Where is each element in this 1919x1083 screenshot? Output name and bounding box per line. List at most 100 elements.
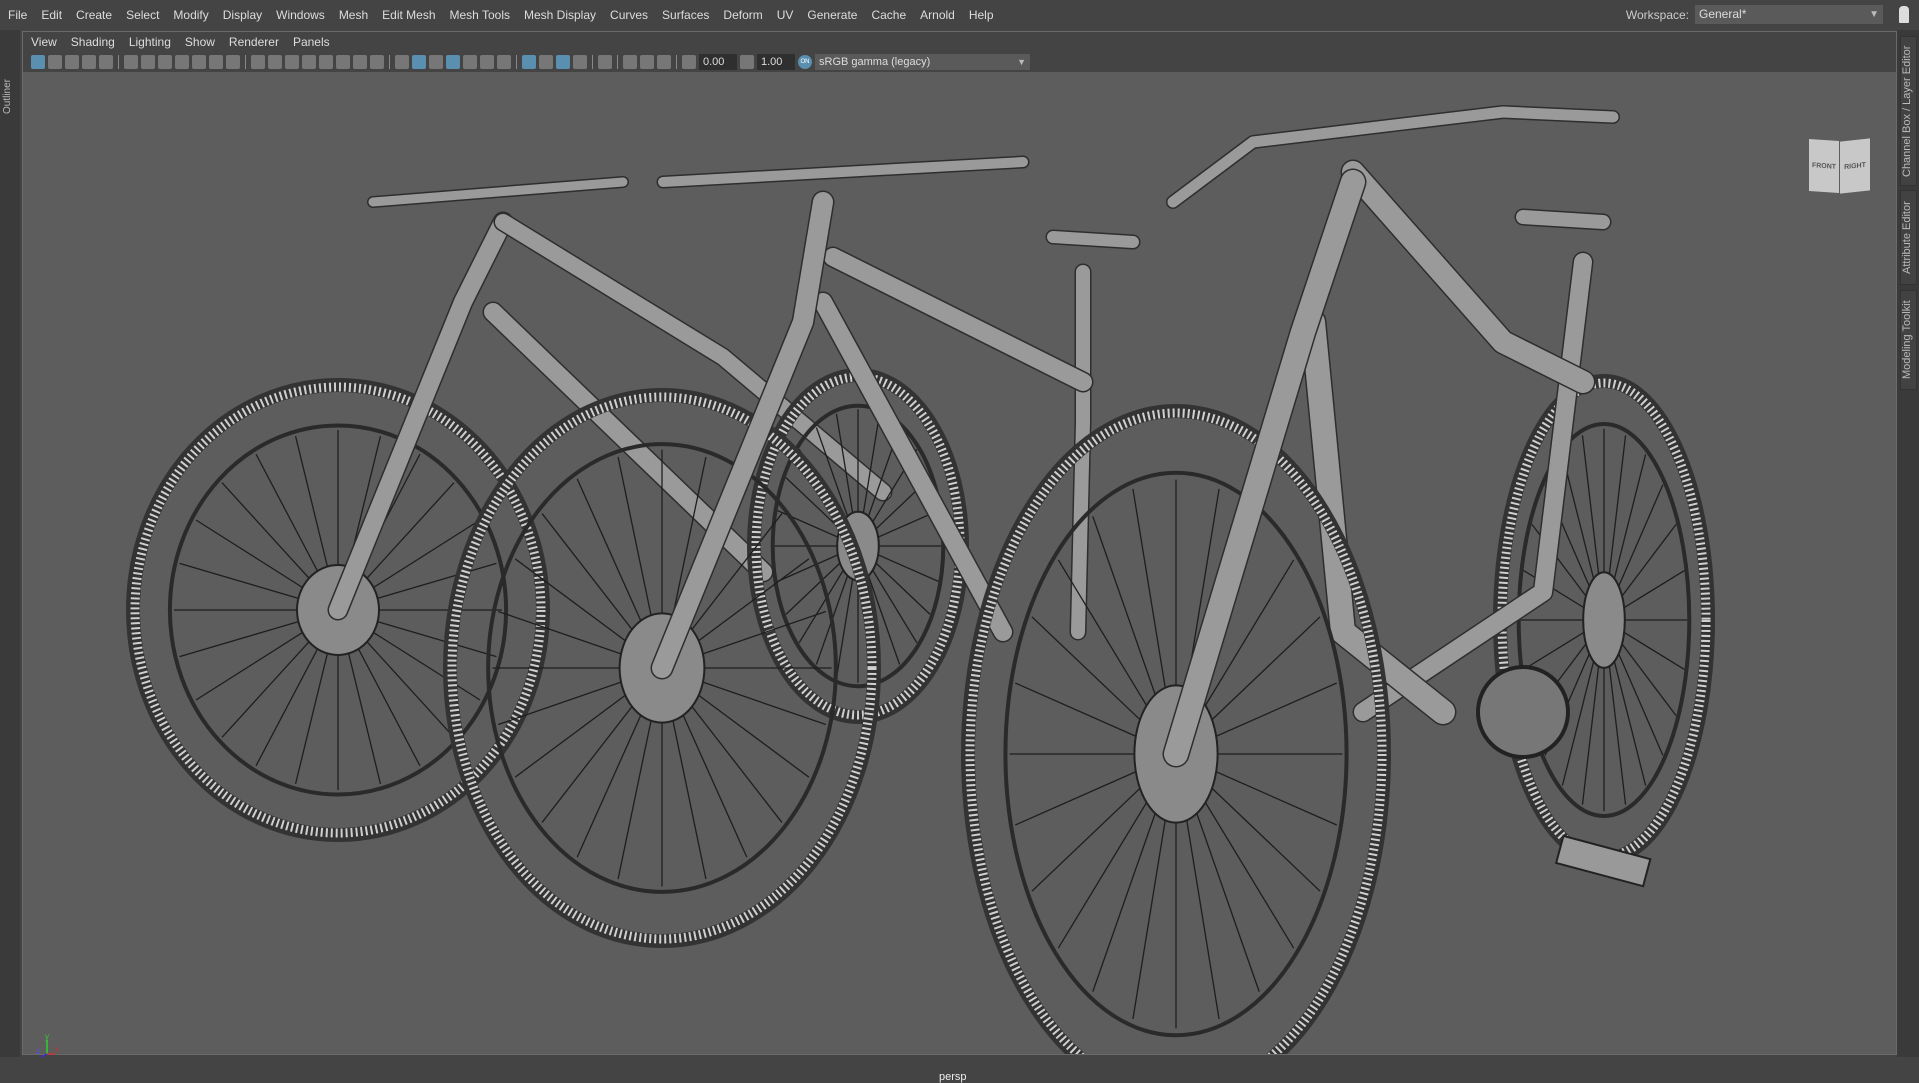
menu-cache[interactable]: Cache bbox=[871, 8, 906, 22]
panel-menu-panels[interactable]: Panels bbox=[293, 35, 330, 49]
panel-menu-shading[interactable]: Shading bbox=[71, 35, 115, 49]
grid-icon[interactable] bbox=[251, 55, 265, 69]
chevron-down-icon: ▼ bbox=[1017, 57, 1026, 67]
panel-menu-lighting[interactable]: Lighting bbox=[129, 35, 171, 49]
image-plane-icon[interactable] bbox=[99, 55, 113, 69]
default-material-icon[interactable] bbox=[429, 55, 443, 69]
gate-mask-icon[interactable] bbox=[175, 55, 189, 69]
menu-windows[interactable]: Windows bbox=[276, 8, 325, 22]
isolate-select-icon[interactable] bbox=[598, 55, 612, 69]
field-chart-toggle-icon[interactable] bbox=[319, 55, 333, 69]
axis-z-label: z bbox=[36, 1047, 40, 1056]
bike2-handlebar-fill bbox=[658, 157, 1028, 187]
motion-blur-icon[interactable] bbox=[539, 55, 553, 69]
workspace-dropdown[interactable]: General* ▼ bbox=[1695, 5, 1883, 24]
panel-menu-show[interactable]: Show bbox=[185, 35, 215, 49]
resolution-gate-icon[interactable] bbox=[158, 55, 172, 69]
lock-icon[interactable] bbox=[1899, 6, 1909, 23]
lock-camera-icon[interactable] bbox=[48, 55, 62, 69]
viewcube-front[interactable]: FRONT bbox=[1809, 138, 1839, 194]
tab-attribute-editor[interactable]: Attribute Editor bbox=[1900, 190, 1917, 285]
bike3-saddle-fill bbox=[1516, 210, 1610, 229]
menu-mesh-display[interactable]: Mesh Display bbox=[524, 8, 596, 22]
left-dock: Outliner bbox=[0, 30, 20, 1057]
depth-of-field-icon[interactable] bbox=[573, 55, 587, 69]
safe-title-toggle-icon[interactable] bbox=[353, 55, 367, 69]
tab-modeling-toolkit[interactable]: Modeling Toolkit bbox=[1900, 290, 1917, 390]
viewcube-right[interactable]: RIGHT bbox=[1840, 138, 1870, 194]
menu-curves[interactable]: Curves bbox=[610, 8, 648, 22]
menu-uv[interactable]: UV bbox=[777, 8, 794, 22]
tab-channel-box[interactable]: Channel Box / Layer Editor bbox=[1900, 36, 1917, 186]
color-management-toggle[interactable]: ON bbox=[798, 55, 812, 69]
smooth-shade-icon[interactable] bbox=[412, 55, 426, 69]
gamma-icon[interactable] bbox=[740, 55, 754, 69]
bike3-top-tube-fill bbox=[1342, 161, 1594, 393]
bike3-chainring bbox=[1476, 665, 1570, 759]
menu-mesh[interactable]: Mesh bbox=[339, 8, 368, 22]
menu-surfaces[interactable]: Surfaces bbox=[662, 8, 709, 22]
toolbar-separator bbox=[592, 55, 593, 69]
exposure-icon[interactable] bbox=[682, 55, 696, 69]
menu-select[interactable]: Select bbox=[126, 8, 159, 22]
film-gate-toggle-icon[interactable] bbox=[268, 55, 282, 69]
wireframe-on-shaded-icon[interactable] bbox=[446, 55, 460, 69]
menu-deform[interactable]: Deform bbox=[723, 8, 762, 22]
workspace-label: Workspace: bbox=[1625, 7, 1689, 22]
bookmarks-icon[interactable] bbox=[82, 55, 96, 69]
toolbar-separator bbox=[245, 55, 246, 69]
toolbar-separator bbox=[118, 55, 119, 69]
toolbar-separator bbox=[389, 55, 390, 69]
menu-mesh-tools[interactable]: Mesh Tools bbox=[450, 8, 510, 22]
textured-icon[interactable] bbox=[463, 55, 477, 69]
panel-menu-renderer[interactable]: Renderer bbox=[229, 35, 279, 49]
safe-action-toggle-icon[interactable] bbox=[336, 55, 350, 69]
field-chart-icon[interactable] bbox=[192, 55, 206, 69]
workspace-value: General* bbox=[1699, 7, 1747, 21]
gamma-field[interactable]: 1.00 bbox=[757, 54, 795, 70]
menu-modify[interactable]: Modify bbox=[173, 8, 208, 22]
3d-viewport[interactable]: FRONT RIGHT y x z persp bbox=[23, 72, 1896, 1083]
panel-menu-bar: View Shading Lighting Show Renderer Panels bbox=[23, 32, 1896, 52]
resolution-toggle-icon[interactable] bbox=[285, 55, 299, 69]
exposure-field[interactable]: 0.00 bbox=[699, 54, 737, 70]
screen-space-ao-icon[interactable] bbox=[522, 55, 536, 69]
select-camera-icon[interactable] bbox=[31, 55, 45, 69]
axis-x-label: x bbox=[55, 1045, 59, 1054]
safe-title-icon[interactable] bbox=[226, 55, 240, 69]
xray-active-icon[interactable] bbox=[640, 55, 654, 69]
workspace-selector: Workspace: General* ▼ bbox=[1626, 5, 1883, 24]
color-space-dropdown[interactable]: sRGB gamma (legacy) ▼ bbox=[815, 54, 1030, 70]
bike3-seat-tube-fill bbox=[1354, 253, 1592, 721]
text-icon[interactable] bbox=[370, 55, 384, 69]
menu-help[interactable]: Help bbox=[969, 8, 994, 22]
safe-action-icon[interactable] bbox=[209, 55, 223, 69]
film-gate-icon[interactable] bbox=[141, 55, 155, 69]
camera-attributes-icon[interactable] bbox=[65, 55, 79, 69]
camera-icon[interactable] bbox=[124, 55, 138, 69]
color-space-value: sRGB gamma (legacy) bbox=[819, 56, 931, 68]
bike2-fork-fill bbox=[652, 192, 833, 678]
lights-icon[interactable] bbox=[480, 55, 494, 69]
menu-display[interactable]: Display bbox=[223, 8, 262, 22]
toolbar-separator bbox=[516, 55, 517, 69]
gate-toggle-icon[interactable] bbox=[302, 55, 316, 69]
viewport-panel: View Shading Lighting Show Renderer Panels 0.… bbox=[22, 31, 1897, 1083]
menu-generate[interactable]: Generate bbox=[807, 8, 857, 22]
wireframe-icon[interactable] bbox=[395, 55, 409, 69]
multisample-aa-icon[interactable] bbox=[556, 55, 570, 69]
shadows-icon[interactable] bbox=[497, 55, 511, 69]
axis-indicator-icon: y x z bbox=[36, 1032, 59, 1058]
menu-create[interactable]: Create bbox=[76, 8, 112, 22]
menu-edit[interactable]: Edit bbox=[41, 8, 62, 22]
view-cube[interactable]: FRONT RIGHT bbox=[1809, 138, 1871, 196]
panel-menu-view[interactable]: View bbox=[31, 35, 57, 49]
outliner-tab[interactable]: Outliner bbox=[2, 66, 17, 126]
bike1-fork-fill bbox=[329, 213, 512, 619]
toolbar-separator bbox=[676, 55, 677, 69]
menu-arnold[interactable]: Arnold bbox=[920, 8, 955, 22]
xray-joints-icon[interactable] bbox=[657, 55, 671, 69]
menu-edit-mesh[interactable]: Edit Mesh bbox=[382, 8, 435, 22]
menu-file[interactable]: File bbox=[8, 8, 27, 22]
xray-icon[interactable] bbox=[623, 55, 637, 69]
